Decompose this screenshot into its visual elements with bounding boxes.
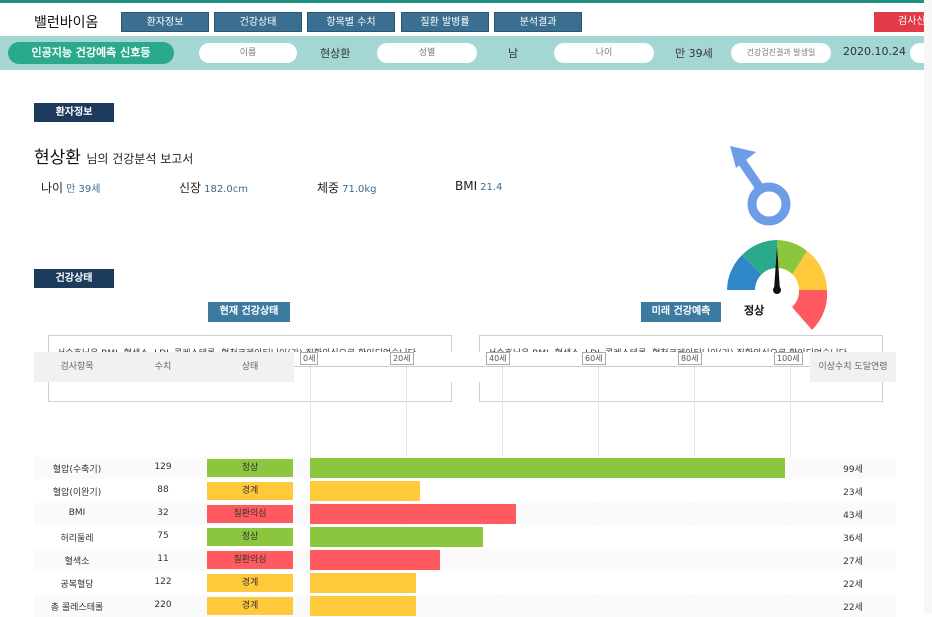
row-abnormal-age: 22세 <box>843 580 863 590</box>
row-status-badge: 정상 <box>207 528 293 546</box>
row-item-name: 공복혈당 <box>60 580 94 590</box>
axis-tick-label: 60세 <box>582 352 606 365</box>
axis-tick-label: 20세 <box>390 352 414 365</box>
patient-section-tag: 환자정보 <box>34 103 114 122</box>
metric-height: 신장 182.0cm <box>179 181 248 195</box>
name-value: 현상환 <box>320 47 351 60</box>
nav-patient-info-button[interactable]: 환자정보 <box>121 12 209 32</box>
row-value: 220 <box>154 600 172 610</box>
row-value: 122 <box>154 577 172 587</box>
row-value: 129 <box>154 462 172 472</box>
row-item-name: 혈색소 <box>64 557 90 567</box>
row-age-bar <box>310 481 421 501</box>
col-header-chart <box>294 352 810 382</box>
patient-name: 현상환 <box>34 148 81 168</box>
age-label-pill: 나이 <box>554 43 654 63</box>
row-status-badge: 질환의심 <box>207 551 293 569</box>
axis-line <box>294 366 810 367</box>
metric-bmi: BMI 21.4 <box>455 179 503 193</box>
row-age-bar <box>310 527 483 547</box>
row-item-name: 허리둘레 <box>60 534 94 544</box>
axis-tick-label: 40세 <box>486 352 510 365</box>
top-navigation-bar: 밸런바이옴 환자정보 건강상태 항목별 수치 질환 발병률 분석결과 검사신청 <box>0 0 932 36</box>
gender-label-pill: 성별 <box>377 43 477 63</box>
report-suffix: 님의 건강분석 보고서 <box>86 152 194 166</box>
age-value: 만 39세 <box>675 47 713 60</box>
col-header-status: 상태 <box>206 352 294 382</box>
row-value: 88 <box>157 485 169 495</box>
row-abnormal-age: 22세 <box>843 603 863 613</box>
row-abnormal-age: 43세 <box>843 511 863 521</box>
row-abnormal-age: 99세 <box>843 465 863 475</box>
report-title: 현상환 님의 건강분석 보고서 <box>34 143 193 168</box>
col-header-age: 이상수치 도달연령 <box>810 352 896 382</box>
row-status-badge: 정상 <box>207 459 293 477</box>
row-abnormal-age: 36세 <box>843 534 863 544</box>
axis-tick-label: 80세 <box>678 352 702 365</box>
row-value: 75 <box>157 531 169 541</box>
col-header-value: 수치 <box>120 352 206 382</box>
nav-analysis-result-button[interactable]: 분석결과 <box>494 12 582 32</box>
health-section-tag: 건강상태 <box>34 269 114 288</box>
row-value: 32 <box>157 508 169 518</box>
exam-date-label-pill: 건강검진결과 발생일 <box>731 43 831 63</box>
name-label-pill: 이름 <box>199 43 297 63</box>
row-abnormal-age: 27세 <box>843 557 863 567</box>
gauge-label: 정상 <box>744 304 765 317</box>
row-item-name: 혈압(이완기) <box>52 488 102 498</box>
current-health-tag: 현재 건강상태 <box>208 302 290 322</box>
brand-logo-text[interactable]: 밸런바이옴 <box>34 12 98 32</box>
exam-date-value: 2020.10.24 <box>843 45 906 58</box>
nav-health-status-button[interactable]: 건강상태 <box>214 12 302 32</box>
future-health-tag: 미래 건강예측 <box>641 302 721 322</box>
metric-weight: 체중 71.0kg <box>317 181 377 195</box>
row-age-bar <box>310 504 517 524</box>
male-symbol-icon <box>730 146 791 226</box>
row-item-name: 혈압(수축기) <box>52 465 102 475</box>
axis-tick-label: 0세 <box>300 352 319 365</box>
row-item-name: 총 콜레스테롤 <box>50 603 104 613</box>
metric-age: 나이 만 39세 <box>41 181 101 195</box>
health-gauge <box>727 240 828 330</box>
row-age-bar <box>310 550 440 570</box>
axis-tick-label: 100세 <box>774 352 803 365</box>
row-status-badge: 경계 <box>207 482 293 500</box>
row-status-badge: 질환의심 <box>207 505 293 523</box>
patient-info-bar: 인공지능 건강예측 신호등 이름 현상환 성별 남 나이 만 39세 건강검진결… <box>0 36 932 70</box>
row-age-bar <box>310 573 416 593</box>
row-status-badge: 경계 <box>207 574 293 592</box>
row-value: 11 <box>157 554 169 564</box>
page-scrollbar[interactable] <box>924 0 932 613</box>
row-status-badge: 경계 <box>207 597 293 615</box>
ai-signal-title-pill[interactable]: 인공지능 건강예측 신호등 <box>8 42 174 64</box>
gender-value: 남 <box>508 47 519 60</box>
nav-item-values-button[interactable]: 항목별 수치 <box>307 12 395 32</box>
row-age-bar <box>310 596 416 616</box>
col-header-item: 검사항목 <box>34 352 120 382</box>
row-item-name: BMI <box>68 508 86 518</box>
nav-disease-rate-button[interactable]: 질환 발병률 <box>401 12 489 32</box>
row-age-bar <box>310 458 786 478</box>
row-abnormal-age: 23세 <box>843 488 863 498</box>
